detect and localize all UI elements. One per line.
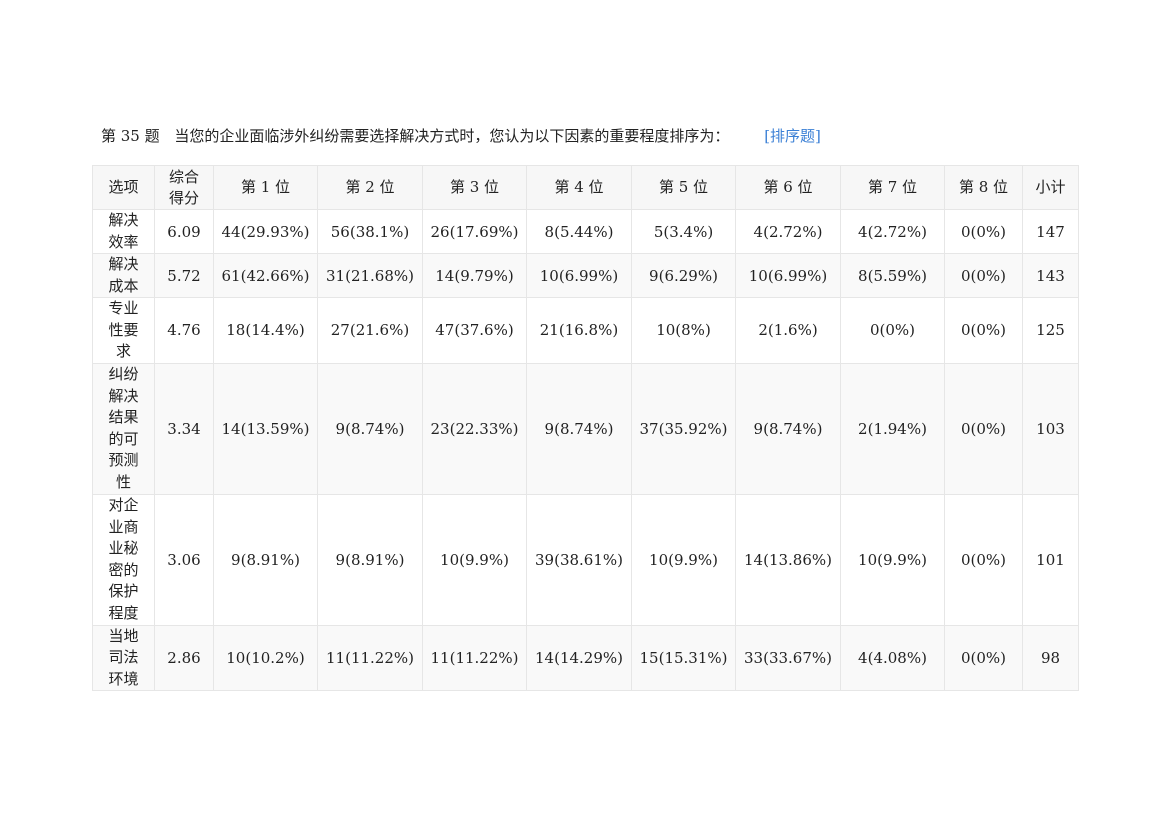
rank-cell: 10(6.99%) [735,253,841,298]
score-cell: 4.76 [154,297,214,364]
header-score: 综合得分 [154,165,214,210]
header-rank-7: 第 7 位 [840,165,945,210]
rank-cell: 11(11.22%) [317,624,423,691]
score-cell: 3.34 [154,362,214,495]
header-option: 选项 [92,165,155,210]
rank-cell: 14(14.29%) [526,624,632,691]
rank-cell: 26(17.69%) [422,209,527,254]
header-rank-1: 第 1 位 [213,165,318,210]
table-row: 专业性要求 4.76 18(14.4%) 27(21.6%) 47(37.6%)… [92,297,1079,364]
rank-cell: 5(3.4%) [631,209,736,254]
rank-cell: 18(14.4%) [213,297,318,364]
total-cell: 98 [1022,624,1079,691]
total-cell: 143 [1022,253,1079,298]
rank-cell: 56(38.1%) [317,209,423,254]
rank-cell: 0(0%) [944,297,1023,364]
total-cell: 147 [1022,209,1079,254]
table-row: 纠纷解决结果的可预测性 3.34 14(13.59%) 9(8.74%) 23(… [92,362,1079,495]
rank-cell: 47(37.6%) [422,297,527,364]
rank-cell: 61(42.66%) [213,253,318,298]
rank-cell: 9(8.91%) [213,493,318,626]
ranking-table: 选项 综合得分 第 1 位 第 2 位 第 3 位 第 4 位 第 5 位 第 … [92,165,1079,691]
rank-cell: 10(6.99%) [526,253,632,298]
rank-cell: 27(21.6%) [317,297,423,364]
question-heading: 第 35 题 当您的企业面临涉外纠纷需要选择解决方式时，您认为以下因素的重要程度… [101,125,821,147]
option-cell: 当地司法环境 [92,624,155,691]
table-row: 对企业商业秘密的保护程度 3.06 9(8.91%) 9(8.91%) 10(9… [92,493,1079,626]
question-type-link[interactable]: [排序题] [764,127,821,145]
rank-cell: 14(13.86%) [735,493,841,626]
header-rank-2: 第 2 位 [317,165,423,210]
rank-cell: 33(33.67%) [735,624,841,691]
rank-cell: 2(1.94%) [840,362,945,495]
option-cell: 解决效率 [92,209,155,254]
header-rank-8: 第 8 位 [944,165,1023,210]
rank-cell: 10(9.9%) [422,493,527,626]
rank-cell: 8(5.44%) [526,209,632,254]
score-cell: 5.72 [154,253,214,298]
rank-cell: 0(0%) [944,209,1023,254]
rank-cell: 10(8%) [631,297,736,364]
rank-cell: 0(0%) [944,362,1023,495]
table-row: 当地司法环境 2.86 10(10.2%) 11(11.22%) 11(11.2… [92,624,1079,691]
table-row: 解决成本 5.72 61(42.66%) 31(21.68%) 14(9.79%… [92,253,1079,298]
rank-cell: 9(6.29%) [631,253,736,298]
rank-cell: 0(0%) [944,253,1023,298]
option-cell: 解决成本 [92,253,155,298]
rank-cell: 9(8.74%) [526,362,632,495]
rank-cell: 21(16.8%) [526,297,632,364]
header-total: 小计 [1022,165,1079,210]
rank-cell: 2(1.6%) [735,297,841,364]
rank-cell: 10(9.9%) [631,493,736,626]
total-cell: 103 [1022,362,1079,495]
table-header-row: 选项 综合得分 第 1 位 第 2 位 第 3 位 第 4 位 第 5 位 第 … [92,165,1079,210]
rank-cell: 15(15.31%) [631,624,736,691]
rank-cell: 10(10.2%) [213,624,318,691]
header-rank-6: 第 6 位 [735,165,841,210]
rank-cell: 14(13.59%) [213,362,318,495]
rank-cell: 10(9.9%) [840,493,945,626]
rank-cell: 4(2.72%) [735,209,841,254]
rank-cell: 9(8.74%) [317,362,423,495]
rank-cell: 9(8.74%) [735,362,841,495]
score-cell: 6.09 [154,209,214,254]
rank-cell: 14(9.79%) [422,253,527,298]
rank-cell: 0(0%) [944,624,1023,691]
total-cell: 101 [1022,493,1079,626]
rank-cell: 0(0%) [944,493,1023,626]
option-cell: 对企业商业秘密的保护程度 [92,493,155,626]
option-cell: 专业性要求 [92,297,155,364]
table-row: 解决效率 6.09 44(29.93%) 56(38.1%) 26(17.69%… [92,209,1079,254]
question-title: 当您的企业面临涉外纠纷需要选择解决方式时，您认为以下因素的重要程度排序为： [174,127,730,145]
rank-cell: 23(22.33%) [422,362,527,495]
header-rank-5: 第 5 位 [631,165,736,210]
rank-cell: 44(29.93%) [213,209,318,254]
header-rank-3: 第 3 位 [422,165,527,210]
rank-cell: 4(4.08%) [840,624,945,691]
score-cell: 2.86 [154,624,214,691]
score-cell: 3.06 [154,493,214,626]
rank-cell: 37(35.92%) [631,362,736,495]
question-number: 第 35 题 [101,127,160,145]
header-rank-4: 第 4 位 [526,165,632,210]
rank-cell: 31(21.68%) [317,253,423,298]
rank-cell: 9(8.91%) [317,493,423,626]
rank-cell: 39(38.61%) [526,493,632,626]
rank-cell: 11(11.22%) [422,624,527,691]
rank-cell: 8(5.59%) [840,253,945,298]
rank-cell: 4(2.72%) [840,209,945,254]
total-cell: 125 [1022,297,1079,364]
option-cell: 纠纷解决结果的可预测性 [92,362,155,495]
rank-cell: 0(0%) [840,297,945,364]
